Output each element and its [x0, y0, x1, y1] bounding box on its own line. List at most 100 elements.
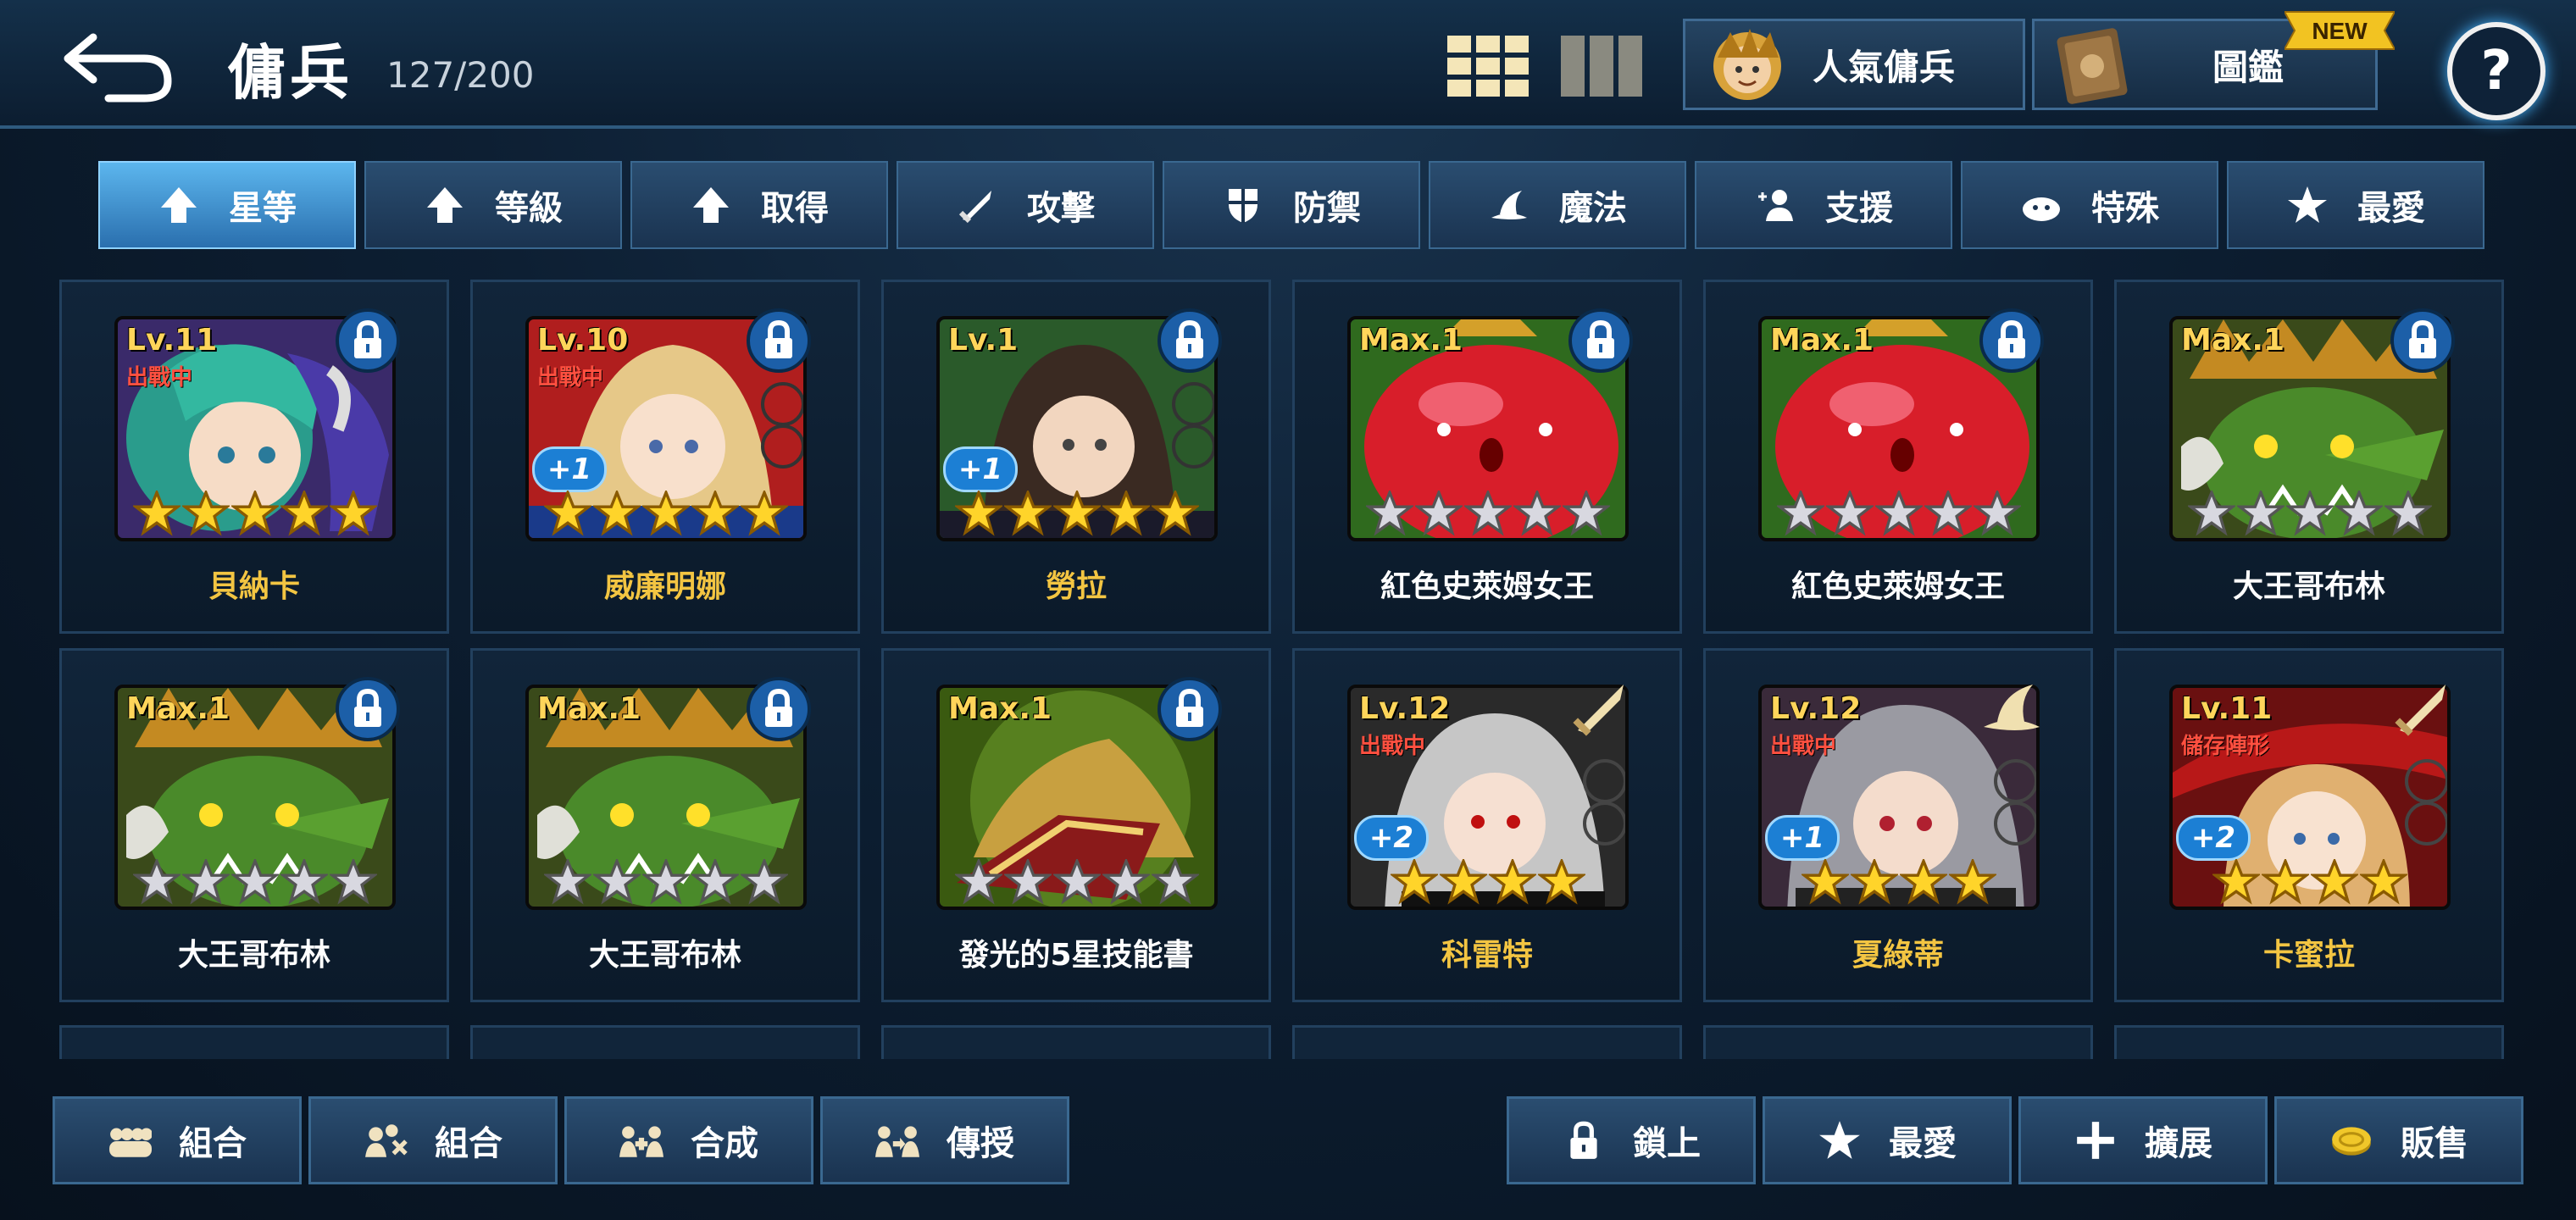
mercenary-card[interactable]: Lv.10 出戰中 +1 威廉明娜 — [470, 280, 860, 634]
grid-view-icon[interactable] — [1447, 36, 1529, 97]
action-button-label: 組合 — [179, 1124, 247, 1163]
mercenary-card-partial[interactable] — [2114, 1025, 2504, 1059]
star-icon — [1875, 491, 1923, 536]
mercenary-card[interactable]: Max.1 紅色史萊姆女王 — [1703, 280, 2093, 634]
filter-tab[interactable]: 魔法 — [1429, 161, 1686, 249]
level-label: Max.1 — [2181, 323, 2285, 358]
mercenary-card[interactable]: Lv.11 出戰中 貝納卡 — [59, 280, 449, 634]
popular-mercenary-label: 人氣傭兵 — [1813, 46, 1956, 88]
star-rating — [2212, 859, 2407, 905]
star-icon — [955, 491, 1002, 536]
sword-class-icon[interactable] — [2388, 674, 2457, 744]
enhance-badge: +1 — [1765, 815, 1840, 861]
star-icon — [955, 859, 1002, 905]
mercenary-name: 威廉明娜 — [603, 569, 726, 604]
mercenary-card[interactable]: Lv.11 儲存陣形 +2 卡蜜拉 — [2114, 648, 2504, 1002]
star-icon — [2288, 186, 2327, 223]
level-label: Lv.11 — [2181, 691, 2273, 726]
star-icon — [593, 491, 641, 536]
star-icon — [2212, 859, 2260, 905]
star-icon — [1053, 859, 1101, 905]
mercenary-card-partial[interactable] — [1292, 1025, 1682, 1059]
lock-icon[interactable] — [2388, 306, 2457, 375]
filter-tab[interactable]: 攻擊 — [897, 161, 1154, 249]
star-icon — [2237, 491, 2285, 536]
action-button[interactable]: 組合 — [308, 1096, 558, 1184]
filter-tab[interactable]: 支援 — [1695, 161, 1952, 249]
mercenary-card-partial[interactable] — [470, 1025, 860, 1059]
star-icon — [1924, 491, 1972, 536]
mercenary-grid[interactable]: Lv.11 出戰中 貝納卡 Lv.10 出戰中 +1 威廉明娜 Lv.1 +1 勞拉 Max.1 紅色… — [59, 280, 2517, 1059]
help-button[interactable]: ? — [2447, 22, 2545, 120]
filter-tab-label: 攻擊 — [1027, 189, 1095, 228]
lock-icon[interactable] — [333, 674, 402, 744]
action-button-label: 組合 — [435, 1124, 502, 1163]
back-button[interactable] — [59, 20, 178, 105]
action-button[interactable]: 鎖上 — [1507, 1096, 1756, 1184]
star-icon — [1949, 859, 1996, 905]
action-button[interactable]: 販售 — [2274, 1096, 2523, 1184]
lock-icon[interactable] — [1155, 306, 1224, 375]
deploy-status: 出戰中 — [126, 365, 193, 391]
mercenary-card-partial[interactable] — [881, 1025, 1271, 1059]
star-icon — [1391, 859, 1438, 905]
action-button[interactable]: 最愛 — [1763, 1096, 2012, 1184]
star-icon — [691, 859, 739, 905]
mercenary-name: 大王哥布林 — [2232, 569, 2385, 604]
mercenary-card[interactable]: Max.1 發光的5星技能書 — [881, 648, 1271, 1002]
star-rating — [1802, 859, 1996, 905]
filter-tab[interactable]: 等級 — [364, 161, 622, 249]
mercenary-card[interactable]: Max.1 大王哥布林 — [2114, 280, 2504, 634]
level-label: Max.1 — [1359, 323, 1463, 358]
list-view-icon[interactable] — [1561, 36, 1642, 97]
mercenary-card[interactable]: Lv.12 出戰中 +1 夏綠蒂 — [1703, 648, 2093, 1002]
action-button[interactable]: 擴展 — [2018, 1096, 2268, 1184]
star-rating — [2188, 491, 2432, 536]
back-arrow-icon — [64, 33, 172, 103]
popular-mercenary-button[interactable]: 人氣傭兵 — [1683, 19, 2025, 110]
star-icon — [1777, 491, 1824, 536]
action-button-label: 販售 — [2401, 1124, 2468, 1163]
star-icon — [1053, 491, 1101, 536]
mercenary-card-partial[interactable] — [59, 1025, 449, 1059]
lock-icon[interactable] — [744, 306, 813, 375]
filter-tab[interactable]: 最愛 — [2227, 161, 2484, 249]
star-icon — [1826, 491, 1874, 536]
lock-icon[interactable] — [744, 674, 813, 744]
mercenary-card[interactable]: Lv.1 +1 勞拉 — [881, 280, 1271, 634]
star-icon — [1563, 491, 1610, 536]
lock-icon[interactable] — [1155, 674, 1224, 744]
filter-tab[interactable]: 特殊 — [1961, 161, 2218, 249]
action-button[interactable]: 傳授 — [820, 1096, 1069, 1184]
codex-book-icon — [2057, 28, 2128, 104]
mercenary-card[interactable]: Max.1 大王哥布林 — [470, 648, 860, 1002]
star-icon — [741, 859, 788, 905]
filter-tab[interactable]: 星等 — [98, 161, 356, 249]
lock-icon[interactable] — [1566, 306, 1635, 375]
filter-tab[interactable]: 防禦 — [1163, 161, 1420, 249]
codex-label: 圖鑑 — [2212, 46, 2285, 88]
enhance-badge: +1 — [532, 446, 607, 492]
filter-tab[interactable]: 取得 — [630, 161, 888, 249]
witch-hat-class-icon[interactable] — [1977, 674, 2046, 744]
plus-icon — [2077, 1122, 2114, 1159]
star-icon — [133, 859, 180, 905]
arrow-up-icon — [161, 187, 197, 223]
lock-icon[interactable] — [1977, 306, 2046, 375]
lock-icon — [1570, 1121, 1597, 1159]
mercenary-card-partial[interactable] — [1703, 1025, 2093, 1059]
level-label: Lv.10 — [537, 323, 629, 358]
synthesis-icon — [619, 1126, 663, 1157]
sword-class-icon[interactable] — [1566, 674, 1635, 744]
mercenary-card[interactable]: Max.1 紅色史萊姆女王 — [1292, 280, 1682, 634]
lock-icon[interactable] — [333, 306, 402, 375]
mercenary-card[interactable]: Lv.12 出戰中 +2 科雷特 — [1292, 648, 1682, 1002]
action-button[interactable]: 組合 — [53, 1096, 302, 1184]
mercenary-card[interactable]: Max.1 大王哥布林 — [59, 648, 449, 1002]
star-icon — [642, 859, 690, 905]
level-label: Max.1 — [126, 691, 230, 726]
star-icon — [1366, 491, 1413, 536]
filter-tab-label: 特殊 — [2091, 189, 2159, 228]
star-rating — [544, 491, 788, 536]
action-button[interactable]: 合成 — [564, 1096, 813, 1184]
